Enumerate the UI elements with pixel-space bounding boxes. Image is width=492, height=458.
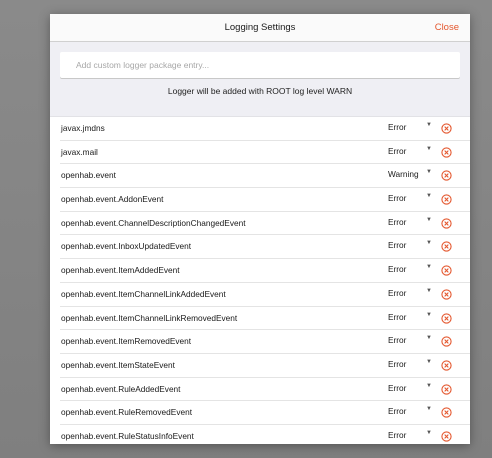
logger-row: javax.mail Error ▼ xyxy=(60,141,470,165)
logger-name: openhab.event.ItemStateEvent xyxy=(61,359,175,370)
chevron-down-icon: ▼ xyxy=(426,358,432,365)
remove-circle-icon[interactable] xyxy=(441,218,452,229)
remove-circle-icon[interactable] xyxy=(441,360,452,371)
close-button[interactable]: Close xyxy=(435,22,459,33)
logger-name: openhab.event.RuleAddedEvent xyxy=(61,383,181,394)
remove-circle-icon[interactable] xyxy=(441,431,452,442)
remove-circle-icon[interactable] xyxy=(441,312,452,324)
chevron-down-icon: ▼ xyxy=(426,311,432,318)
chevron-down-icon: ▼ xyxy=(426,335,432,342)
remove-circle-icon[interactable] xyxy=(441,265,452,276)
logger-list: javax.jmdns Error ▼ javax.mail Error ▼ o… xyxy=(50,117,470,444)
logger-name: openhab.event.ItemChannelLinkRemovedEven… xyxy=(61,312,238,323)
chevron-down-icon: ▼ xyxy=(426,287,432,294)
remove-circle-icon[interactable] xyxy=(441,407,452,418)
info-text: Logger will be added with ROOT log level… xyxy=(50,79,470,117)
logger-name: openhab.event.AddonEvent xyxy=(61,194,164,205)
logger-row: openhab.event.RuleStatusInfoEvent Error … xyxy=(60,425,470,444)
remove-circle-icon[interactable] xyxy=(441,289,452,300)
logger-name: openhab.event.ItemRemovedEvent xyxy=(61,336,192,347)
logger-name: openhab.event.InboxUpdatedEvent xyxy=(61,241,192,252)
remove-circle-icon[interactable] xyxy=(441,336,452,347)
logger-row: openhab.event.RuleAddedEvent Error ▼ xyxy=(60,378,470,402)
logger-name: javax.mail xyxy=(61,146,98,157)
chevron-down-icon: ▼ xyxy=(426,264,432,271)
dialog-title: Logging Settings xyxy=(224,22,296,33)
logger-name: openhab.event.ItemChannelLinkAddedEvent xyxy=(61,288,226,299)
logger-name: openhab.event.RuleRemovedEvent xyxy=(61,407,192,418)
remove-circle-icon[interactable] xyxy=(441,147,452,158)
chevron-down-icon: ▼ xyxy=(426,122,432,128)
logger-name: openhab.event xyxy=(61,170,116,181)
logger-name: openhab.event.ItemAddedEvent xyxy=(61,265,180,276)
logger-row: openhab.event Warning ▼ xyxy=(60,164,470,189)
logger-row: openhab.event.InboxUpdatedEvent Error ▼ xyxy=(60,235,470,260)
remove-circle-icon[interactable] xyxy=(441,383,452,395)
logger-row: openhab.event.ChannelDescriptionChangedE… xyxy=(60,212,470,236)
chevron-down-icon: ▼ xyxy=(426,145,432,152)
logger-row: openhab.event.AddonEvent Error ▼ xyxy=(60,188,470,212)
logger-row: openhab.event.ItemChannelLinkAddedEvent … xyxy=(60,283,470,307)
chevron-down-icon: ▼ xyxy=(426,216,432,223)
chevron-down-icon: ▼ xyxy=(426,429,432,436)
logger-row: javax.jmdns Error ▼ xyxy=(60,117,470,141)
logger-name: openhab.event.ChannelDescriptionChangedE… xyxy=(61,217,246,228)
remove-circle-icon[interactable] xyxy=(441,194,452,205)
chevron-down-icon: ▼ xyxy=(426,382,432,389)
logger-row: openhab.event.RuleRemovedEvent Error ▼ xyxy=(60,401,470,425)
logger-name: openhab.event.RuleStatusInfoEvent xyxy=(61,430,194,441)
logger-row: openhab.event.ItemChannelLinkRemovedEven… xyxy=(60,307,470,331)
logger-name: javax.jmdns xyxy=(61,123,105,133)
dialog-navbar: Logging Settings Close xyxy=(50,14,470,42)
logging-settings-dialog: Logging Settings Close Logger will be ad… xyxy=(50,14,470,444)
logger-row: openhab.event.ItemAddedEvent Error ▼ xyxy=(60,259,470,283)
remove-circle-icon[interactable] xyxy=(441,123,452,134)
chevron-down-icon: ▼ xyxy=(426,240,432,247)
remove-circle-icon[interactable] xyxy=(441,241,452,253)
logger-row: openhab.event.ItemStateEvent Error ▼ xyxy=(60,354,470,378)
logger-row: openhab.event.ItemRemovedEvent Error ▼ xyxy=(60,330,470,354)
chevron-down-icon: ▼ xyxy=(426,169,432,176)
remove-circle-icon[interactable] xyxy=(441,170,452,182)
chevron-down-icon: ▼ xyxy=(426,406,432,413)
chevron-down-icon: ▼ xyxy=(426,193,432,200)
add-logger-input[interactable] xyxy=(60,52,460,78)
